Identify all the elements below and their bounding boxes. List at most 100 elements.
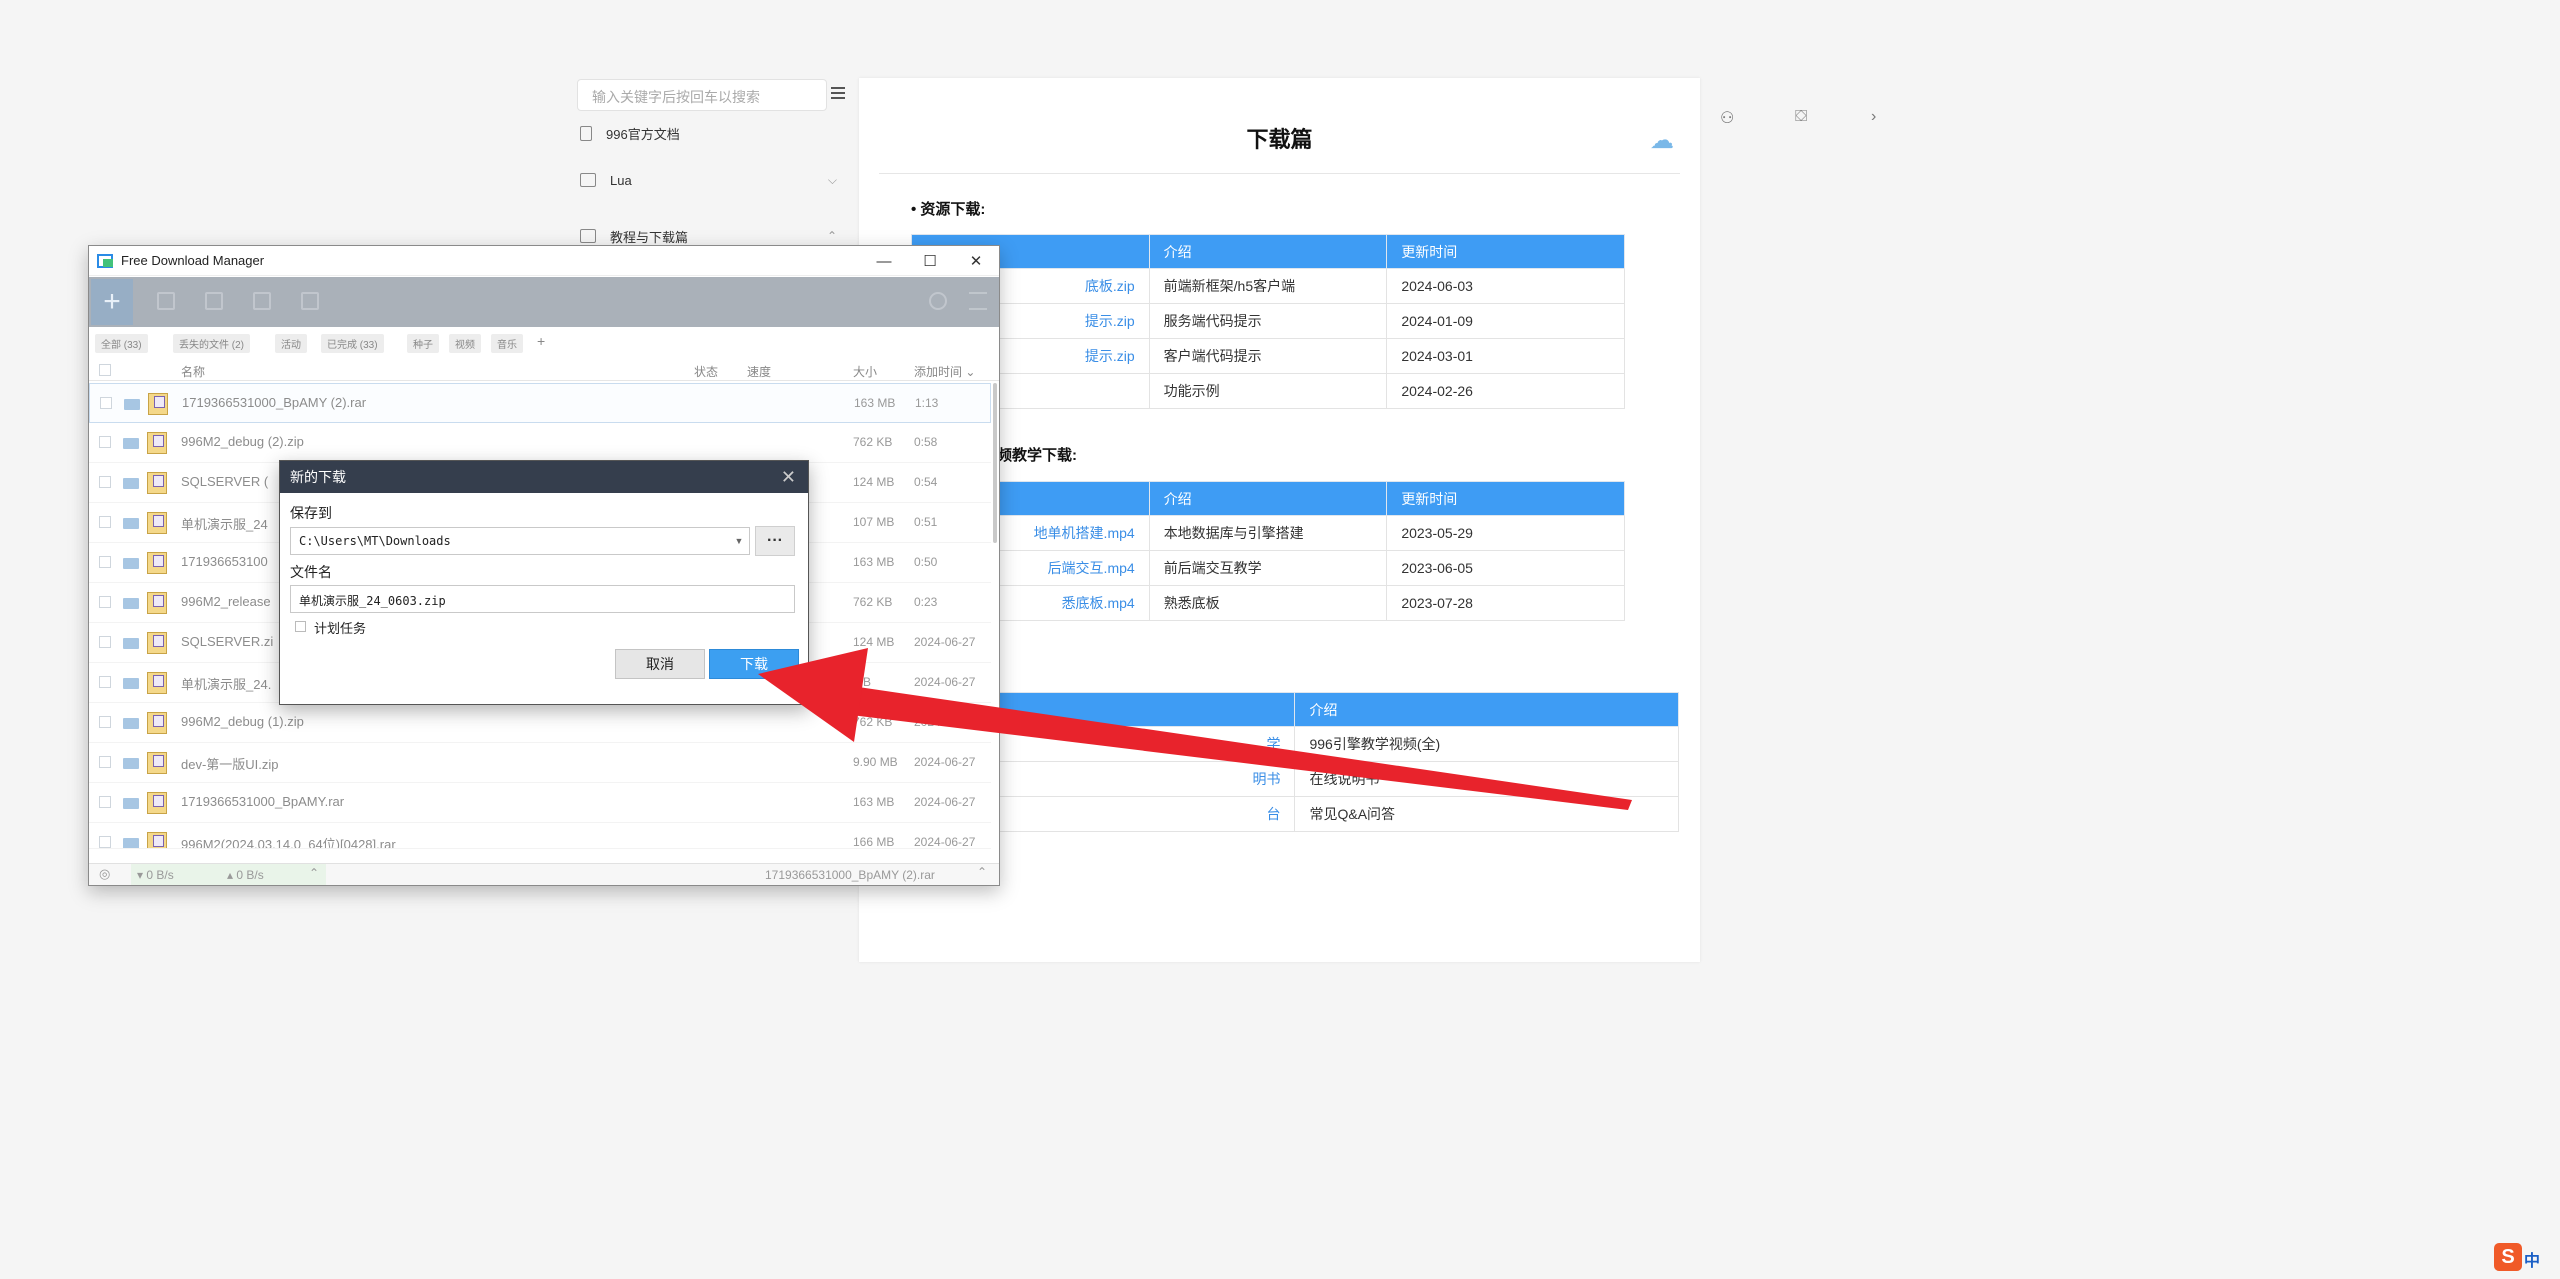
table-row: 悉底板.mp4 熟悉底板 2023-07-28 [911, 585, 1625, 621]
table-header: 介绍 更新时间 [911, 234, 1625, 269]
row-checkbox[interactable] [99, 796, 111, 808]
cloud-upload-icon[interactable]: ☁ [1650, 126, 1674, 155]
maximize-button[interactable]: ☐ [907, 246, 953, 276]
added-time: 0:51 [914, 515, 938, 529]
added-time: 0:50 [914, 555, 938, 569]
column-header: 更新时间 [1386, 234, 1625, 269]
file-name: 1719366531000_BpAMY.rar [181, 794, 345, 809]
chevron-right-icon[interactable]: › [1871, 108, 1876, 126]
add-download-button[interactable]: + [91, 279, 133, 325]
row-checkbox[interactable] [99, 556, 111, 568]
open-folder-icon[interactable] [123, 678, 139, 689]
row-checkbox[interactable] [99, 436, 111, 448]
row-checkbox[interactable] [99, 756, 111, 768]
column-added[interactable]: 添加时间 ⌄ [914, 363, 975, 380]
filter-missing[interactable]: 丢失的文件 (2) [173, 334, 250, 353]
open-folder-icon[interactable] [123, 638, 139, 649]
add-filter-button[interactable]: + [531, 331, 551, 351]
filter-video[interactable]: 视频 [449, 334, 481, 353]
table-cell: 常见Q&A问答 [1294, 796, 1679, 832]
added-time: 2024-06-27 [914, 795, 976, 809]
open-folder-icon[interactable] [123, 518, 139, 529]
table-row[interactable]: dev-第一版UI.zip 9.90 MB 2024-06-27 [89, 743, 991, 783]
added-time: 2024-06-27 [914, 715, 976, 729]
table-row[interactable]: 996M2(2024.03.14.0_64位)[0428].rar 166 MB 2… [89, 823, 991, 849]
chevron-up-icon[interactable]: ⌃ [977, 865, 987, 879]
ime-indicator[interactable]: S 中 [2494, 1241, 2552, 1275]
filter-active[interactable]: 活动 [275, 334, 307, 353]
row-checkbox[interactable] [99, 716, 111, 728]
archive-icon [147, 512, 167, 534]
column-speed[interactable]: 速度 [747, 363, 771, 380]
sidebar-item-lua[interactable]: Lua ⌵ [580, 160, 845, 200]
archive-icon [147, 712, 167, 734]
minimize-button[interactable]: — [861, 246, 907, 276]
table-cell: 2024-02-26 [1386, 373, 1625, 409]
speed-limit-icon[interactable]: ◎ [99, 866, 110, 882]
chevron-down-icon[interactable]: ▼ [729, 527, 749, 555]
sidebar-menu-icon[interactable] [831, 87, 845, 101]
row-checkbox[interactable] [99, 596, 111, 608]
filename-input[interactable]: 单机演示服_24_0603.zip [290, 585, 795, 613]
close-button[interactable]: ✕ [953, 246, 999, 276]
browse-button[interactable]: ··· [755, 526, 795, 556]
filter-bar: 全部 (33) 丢失的文件 (2) 活动 已完成 (33) 种子 视频 音乐 + [89, 331, 999, 353]
row-checkbox[interactable] [99, 476, 111, 488]
fdm-logo-icon [97, 253, 113, 268]
open-folder-icon[interactable] [123, 598, 139, 609]
open-folder-icon[interactable] [123, 438, 139, 449]
column-name[interactable]: 名称 [181, 363, 205, 380]
row-checkbox[interactable] [100, 397, 112, 409]
divider [879, 173, 1680, 174]
open-folder-icon[interactable] [123, 478, 139, 489]
resume-icon[interactable] [157, 292, 175, 310]
speed-panel[interactable]: ▾ 0 B/s ▴ 0 B/s ⌃ [131, 864, 326, 885]
column-size[interactable]: 大小 [853, 363, 877, 380]
table-row[interactable]: 996M2_debug (1).zip 762 KB 2024-06-27 [89, 703, 991, 743]
download-button[interactable]: 下载 [709, 649, 799, 679]
sidebar-item-label: Lua [610, 172, 632, 188]
table-cell: 2024-06-03 [1386, 268, 1625, 304]
open-folder-icon[interactable] [123, 758, 139, 769]
filter-music[interactable]: 音乐 [491, 334, 523, 353]
open-folder-icon[interactable] [123, 558, 139, 569]
table-row[interactable]: 1719366531000_BpAMY (2).rar 163 MB 1:13 [89, 383, 991, 423]
scrollbar[interactable] [993, 383, 997, 543]
pause-icon[interactable] [205, 292, 223, 310]
row-checkbox[interactable] [99, 516, 111, 528]
doc-search-input[interactable]: 输入关键字后按回车以搜索 [577, 79, 827, 111]
file-size: 163 MB [853, 555, 895, 569]
ime-mode: 中 [2524, 1253, 2541, 1270]
file-size: 9.90 MB [853, 755, 898, 769]
user-icon[interactable]: ⚇ [1720, 108, 1734, 128]
schedule-checkbox[interactable] [295, 621, 306, 632]
table-row[interactable]: 1719366531000_BpAMY.rar 163 MB 2024-06-27 [89, 783, 991, 823]
open-folder-icon[interactable] [123, 718, 139, 729]
table-cell: 本地数据库与引擎搭建 [1148, 515, 1388, 551]
fdm-titlebar[interactable]: Free Download Manager — ☐ ✕ [89, 246, 999, 276]
filter-completed[interactable]: 已完成 (33) [321, 334, 384, 353]
bag-icon[interactable]: ⛋ [1795, 108, 1807, 126]
open-folder-icon[interactable] [123, 798, 139, 809]
sidebar-item-official-docs[interactable]: 996官方文档 [580, 113, 845, 153]
row-checkbox[interactable] [99, 836, 111, 848]
search-icon[interactable] [929, 292, 947, 310]
menu-icon[interactable] [969, 292, 987, 310]
open-folder-icon[interactable] [123, 838, 139, 848]
row-checkbox[interactable] [99, 636, 111, 648]
file-size: 762 KB [853, 595, 893, 609]
table-row[interactable]: 996M2_debug (2).zip 762 KB 0:58 [89, 423, 991, 463]
row-checkbox[interactable] [99, 676, 111, 688]
open-folder-icon[interactable] [124, 399, 140, 410]
filter-torrent[interactable]: 种子 [407, 334, 439, 353]
dialog-titlebar[interactable]: 新的下载 [280, 461, 808, 493]
cancel-button[interactable]: 取消 [615, 649, 705, 679]
delete-icon[interactable] [253, 292, 271, 310]
move-icon[interactable] [301, 292, 319, 310]
chevron-down-icon: ⌵ [827, 172, 837, 187]
column-status[interactable]: 状态 [694, 363, 718, 380]
save-path-input[interactable]: C:\Users\MT\Downloads [290, 527, 750, 555]
close-icon[interactable]: ✕ [781, 467, 796, 488]
select-all-checkbox[interactable] [99, 364, 111, 376]
filter-all[interactable]: 全部 (33) [95, 334, 148, 353]
